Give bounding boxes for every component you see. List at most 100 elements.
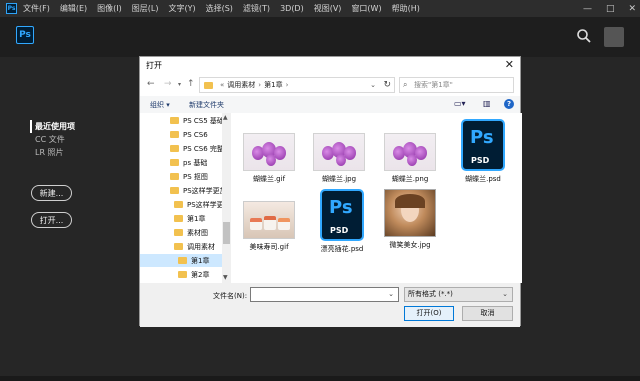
menu-edit[interactable]: 编辑(E) xyxy=(60,3,87,14)
tree-item[interactable]: PS CS6 完整 xyxy=(170,142,224,155)
tree-item[interactable]: PS这样学更加 xyxy=(170,184,227,197)
folder-icon xyxy=(170,145,179,152)
scroll-thumb[interactable] xyxy=(223,222,230,244)
file-item[interactable]: 蝴蝶兰.gif xyxy=(236,133,302,184)
menu-type[interactable]: 文字(Y) xyxy=(168,3,195,14)
tree-item-selected[interactable]: 第1章 xyxy=(140,254,222,267)
tree-item[interactable]: PS这样学更 xyxy=(174,198,224,211)
menu-view[interactable]: 视图(V) xyxy=(314,3,342,14)
window-controls: — □ ✕ xyxy=(583,0,636,17)
file-item[interactable]: 蝴蝶兰.jpg xyxy=(306,133,372,184)
filetype-select[interactable]: 所有格式 (*.*) ⌄ xyxy=(404,287,513,302)
up-arrow-icon[interactable]: ↑ xyxy=(187,79,195,89)
organize-button[interactable]: 组织 ▾ xyxy=(150,100,170,110)
menu-filter[interactable]: 滤镜(T) xyxy=(243,3,270,14)
photoshop-app-icon[interactable]: Ps xyxy=(6,3,17,14)
file-item[interactable]: 美味寿司.gif xyxy=(236,201,302,252)
psd-file-icon: Ps PSD xyxy=(461,119,505,171)
preview-pane-icon[interactable]: ▥ xyxy=(483,99,497,109)
menu-window[interactable]: 窗口(W) xyxy=(351,3,381,14)
back-arrow-icon[interactable]: ← xyxy=(147,79,155,89)
home-header: Ps xyxy=(0,17,640,57)
breadcrumb-item[interactable]: 调用素材 xyxy=(227,80,255,90)
close-icon[interactable]: ✕ xyxy=(505,58,514,71)
home-left-nav: 最近使用项 CC 文件 LR 照片 xyxy=(30,120,75,159)
menu-image[interactable]: 图像(I) xyxy=(97,3,122,14)
dialog-title: 打开 xyxy=(146,61,162,70)
avatar[interactable] xyxy=(604,27,624,47)
sushi-thumbnail xyxy=(243,201,295,239)
menu-layer[interactable]: 图层(L) xyxy=(132,3,159,14)
file-item[interactable]: 蝴蝶兰.png xyxy=(377,133,443,184)
nav-cc-files[interactable]: CC 文件 xyxy=(30,133,75,146)
dialog-toolbar: 组织 ▾ 新建文件夹 ▭▾ ▥ ? xyxy=(140,96,520,113)
cancel-button[interactable]: 取消 xyxy=(462,306,513,321)
menu-help[interactable]: 帮助(H) xyxy=(392,3,420,14)
file-item[interactable]: Ps PSD 蝴蝶兰.psd xyxy=(450,119,516,184)
tree-item[interactable]: PS 抠图 xyxy=(170,170,208,183)
new-button[interactable]: 新建... xyxy=(31,185,72,201)
dialog-footer: 文件名(N): ⌄ 所有格式 (*.*) ⌄ 打开(O) 取消 xyxy=(140,283,520,327)
new-folder-button[interactable]: 新建文件夹 xyxy=(189,100,224,110)
file-name: 美味寿司.gif xyxy=(249,243,289,251)
folder-icon xyxy=(204,81,213,89)
orchid-thumbnail xyxy=(243,133,295,171)
psd-file-icon: Ps PSD xyxy=(320,189,364,241)
tree-item[interactable]: PS CS6 xyxy=(170,128,208,141)
tree-item[interactable]: ps 基础 xyxy=(170,156,207,169)
close-window-icon[interactable]: ✕ xyxy=(628,4,636,14)
portrait-thumbnail xyxy=(384,189,436,237)
scroll-down-icon[interactable]: ▼ xyxy=(223,274,228,281)
folder-icon xyxy=(170,187,179,194)
search-icon[interactable] xyxy=(576,28,592,44)
refresh-icon[interactable]: ↻ xyxy=(383,80,391,90)
folder-tree: PS CS5 基础 PS CS6 PS CS6 完整 ps 基础 PS 抠图 P… xyxy=(140,113,232,283)
chevron-right-icon[interactable]: › xyxy=(258,81,261,89)
tree-item[interactable]: 第2章 xyxy=(178,268,209,281)
folder-icon xyxy=(178,257,187,264)
tree-item[interactable]: 第1章 xyxy=(174,212,205,225)
view-options-icon[interactable]: ▭▾ xyxy=(454,99,468,109)
folder-icon xyxy=(174,201,183,208)
chevron-down-icon[interactable]: ⌄ xyxy=(370,81,376,89)
search-input[interactable]: ⌕ 搜索"第1章" xyxy=(399,77,514,93)
breadcrumb-overflow[interactable]: « xyxy=(220,81,224,89)
file-name: 蝴蝶兰.psd xyxy=(465,175,501,183)
magnifier-icon: ⌕ xyxy=(403,80,408,89)
tree-item[interactable]: PS CS5 基础 xyxy=(170,114,224,127)
breadcrumb-item[interactable]: 第1章 xyxy=(264,80,282,90)
chevron-down-icon[interactable]: ⌄ xyxy=(388,290,394,298)
menu-3d[interactable]: 3D(D) xyxy=(280,4,304,13)
open-file-button[interactable]: 打开(O) xyxy=(404,306,454,321)
search-placeholder: 搜索"第1章" xyxy=(414,81,453,89)
orchid-thumbnail xyxy=(313,133,365,171)
nav-lr-photos[interactable]: LR 照片 xyxy=(30,146,75,159)
menu-select[interactable]: 选择(S) xyxy=(206,3,233,14)
folder-icon xyxy=(178,271,187,278)
file-list: 蝴蝶兰.gif 蝴蝶兰.jpg 蝴蝶兰.png Ps PSD 蝴蝶兰.psd 美… xyxy=(232,113,522,283)
chevron-right-icon[interactable]: › xyxy=(286,81,289,89)
maximize-icon[interactable]: □ xyxy=(606,4,615,14)
forward-arrow-icon[interactable]: → xyxy=(164,79,172,89)
tree-item[interactable]: 调用素材 xyxy=(174,240,215,253)
open-button[interactable]: 打开... xyxy=(31,212,72,228)
nav-recent[interactable]: 最近使用项 xyxy=(30,120,75,133)
filename-label: 文件名(N): xyxy=(213,292,248,300)
scroll-up-icon[interactable]: ▲ xyxy=(223,114,228,121)
menu-file[interactable]: 文件(F) xyxy=(23,3,50,14)
help-icon[interactable]: ? xyxy=(504,99,514,109)
address-bar[interactable]: « 调用素材 › 第1章 › ⌄ ↻ xyxy=(199,77,395,93)
filetype-value: 所有格式 (*.*) xyxy=(408,290,453,298)
tree-item[interactable]: 素材图 xyxy=(174,226,208,239)
filename-input[interactable]: ⌄ xyxy=(250,287,399,302)
file-name: 蝴蝶兰.gif xyxy=(252,175,286,183)
folder-icon xyxy=(174,215,183,222)
folder-icon xyxy=(174,229,183,236)
file-item[interactable]: Ps PSD 漂亮插花.psd xyxy=(309,189,375,254)
file-name: 蝴蝶兰.png xyxy=(391,175,429,183)
tree-scrollbar[interactable]: ▲ ▼ xyxy=(222,113,231,283)
file-item[interactable]: 微笑美女.jpg xyxy=(377,189,443,250)
dialog-title-bar: 打开 ✕ xyxy=(140,57,520,74)
minimize-icon[interactable]: — xyxy=(583,4,592,14)
recent-locations-icon[interactable]: ▾ xyxy=(178,81,181,88)
